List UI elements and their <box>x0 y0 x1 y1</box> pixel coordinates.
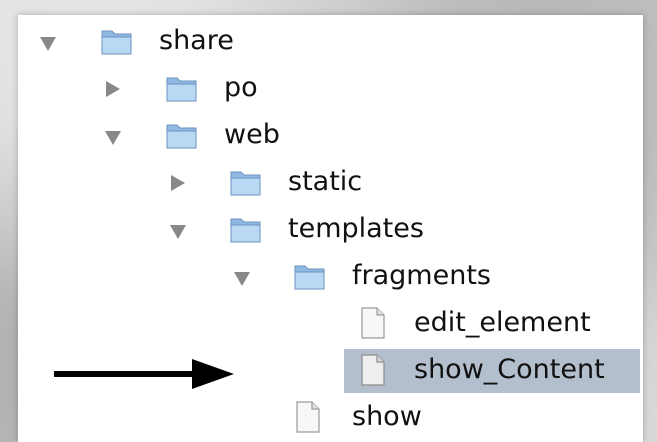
tree-label: po <box>224 72 258 103</box>
folder-icon <box>230 171 261 196</box>
tree-row-edit-element[interactable]: edit_element <box>18 302 643 346</box>
disclosure-triangle-right-icon[interactable] <box>106 81 120 97</box>
tree-row-fragments[interactable]: fragments <box>18 255 643 299</box>
tree-label: fragments <box>352 260 491 291</box>
tree-label: web <box>224 119 280 150</box>
tree-label: edit_element <box>414 307 591 338</box>
tree-row-static[interactable]: static <box>18 161 643 205</box>
document-icon <box>361 354 385 386</box>
tree-label: show_Content <box>414 354 605 385</box>
disclosure-triangle-right-icon[interactable] <box>171 175 185 191</box>
tree-row-show-content[interactable]: show_Content <box>344 349 640 393</box>
folder-icon <box>230 218 261 243</box>
folder-icon <box>166 77 197 102</box>
tree-label: static <box>288 166 363 197</box>
tree-row-show[interactable]: show <box>18 396 643 440</box>
tree-row-templates[interactable]: templates <box>18 208 643 252</box>
document-icon <box>361 307 385 339</box>
tree-row-share[interactable]: share <box>18 20 643 64</box>
tree-row-web[interactable]: web <box>18 114 643 158</box>
disclosure-triangle-down-icon[interactable] <box>105 131 121 145</box>
arrow-right-icon <box>54 359 234 389</box>
tree-label: show <box>352 401 422 432</box>
tree-label: templates <box>288 213 424 244</box>
folder-icon <box>166 124 197 149</box>
document-icon <box>296 401 320 433</box>
folder-icon <box>294 265 325 290</box>
disclosure-triangle-down-icon[interactable] <box>170 225 186 239</box>
folder-icon <box>101 30 132 55</box>
tree-row-po[interactable]: po <box>18 67 643 111</box>
disclosure-triangle-down-icon[interactable] <box>40 37 56 51</box>
disclosure-triangle-down-icon[interactable] <box>234 272 250 286</box>
tree-label: share <box>159 25 234 56</box>
